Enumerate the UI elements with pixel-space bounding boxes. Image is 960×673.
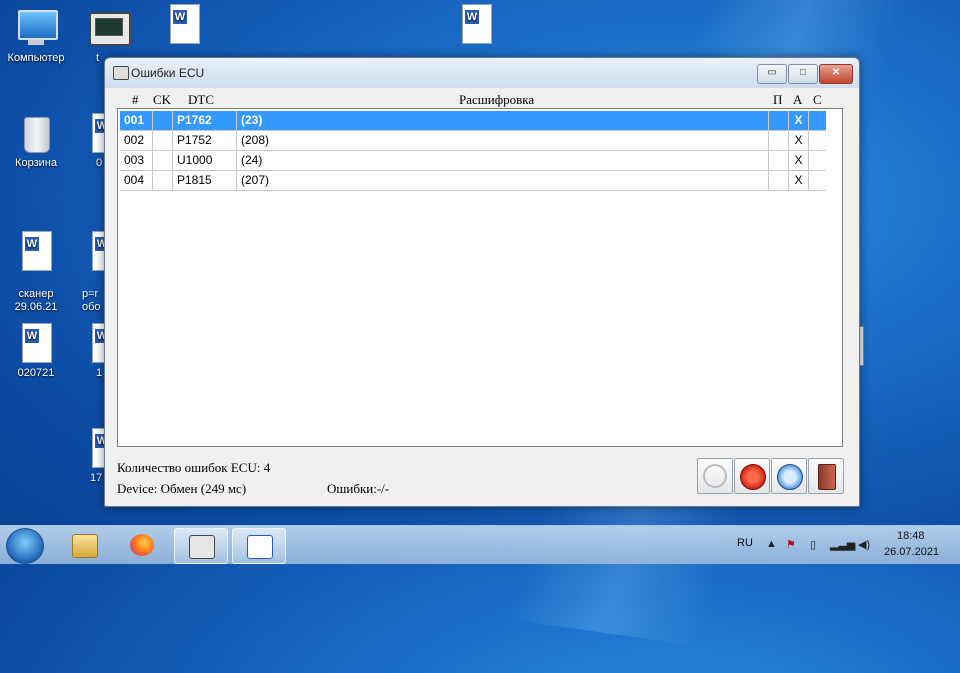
desktop-icon-scope-app[interactable]: t xyxy=(68,8,148,64)
row-ck xyxy=(152,151,172,170)
row-description: (24) xyxy=(236,151,768,170)
word-document-icon xyxy=(456,4,496,44)
row-c xyxy=(808,131,826,150)
row-number: 003 xyxy=(124,153,145,167)
row-ck xyxy=(152,171,172,190)
row-a: X xyxy=(788,151,808,170)
desktop-icon-scanner-doc[interactable]: сканер 29.06.21 xyxy=(0,218,76,327)
word-document-icon xyxy=(16,231,56,271)
column-header-number[interactable]: # xyxy=(132,92,139,108)
oscilloscope-app-icon xyxy=(189,535,215,559)
title-bar[interactable]: Ошибки ECU ▭ □ ✕ xyxy=(105,58,859,88)
taskbar-word[interactable] xyxy=(232,528,286,564)
row-p xyxy=(768,131,788,150)
row-dtc: P1815 xyxy=(172,171,236,190)
row-description: (23) xyxy=(236,111,768,130)
timer-icon xyxy=(703,464,727,488)
column-header-a[interactable]: А xyxy=(793,92,802,108)
ecu-errors-window: Ошибки ECU ▭ □ ✕ # CK DTC Расшифровка П … xyxy=(104,57,860,507)
row-dtc: P1752 xyxy=(172,131,236,150)
word-icon xyxy=(247,535,273,559)
word-document-icon xyxy=(16,323,56,363)
row-dtc: U1000 xyxy=(172,151,236,170)
column-headers: # CK DTC Расшифровка П А С xyxy=(117,91,847,109)
device-status-label: Device: Обмен (249 мс) xyxy=(117,481,247,496)
row-number: 002 xyxy=(124,133,145,147)
firefox-icon xyxy=(130,534,154,556)
row-dtc: P1762 xyxy=(172,111,236,130)
timer-button[interactable] xyxy=(697,458,733,494)
row-c xyxy=(808,171,826,190)
minimize-button[interactable]: ▭ xyxy=(757,64,787,84)
computer-icon xyxy=(16,8,58,48)
error-row[interactable]: 001 P1762 (23) X xyxy=(120,111,826,131)
close-button[interactable]: ✕ xyxy=(819,64,853,84)
start-button[interactable] xyxy=(6,528,44,564)
language-indicator[interactable]: RU xyxy=(737,537,753,549)
row-number: 004 xyxy=(124,173,145,187)
save-report-button[interactable] xyxy=(771,458,807,494)
row-ck xyxy=(152,111,172,130)
row-p xyxy=(768,111,788,130)
desktop-icon-doc-top[interactable] xyxy=(144,4,224,48)
column-header-dtc[interactable]: DTC xyxy=(188,92,214,108)
desktop-icon-label: сканер 29.06.21 xyxy=(14,288,58,313)
row-c xyxy=(808,111,826,130)
desktop-icon-label: Компьютер xyxy=(7,52,65,64)
row-a: X xyxy=(788,171,808,190)
desktop-icon-doc-top[interactable] xyxy=(436,4,516,48)
signal-icon[interactable]: ▂▃▅ xyxy=(830,538,855,551)
desktop-icon-recycle-bin[interactable]: Корзина xyxy=(0,113,76,169)
row-ck xyxy=(152,131,172,150)
taskbar-firefox[interactable] xyxy=(116,528,168,562)
clock-date[interactable]: 26.07.2021 xyxy=(884,546,939,558)
show-hidden-icons[interactable]: ▲ xyxy=(766,538,777,550)
taskbar-ecu-app[interactable] xyxy=(174,528,228,564)
column-header-description[interactable]: Расшифровка xyxy=(459,92,534,108)
error-row[interactable]: 004 P1815 (207) X xyxy=(120,171,826,191)
column-header-c[interactable]: С xyxy=(813,92,822,108)
row-a: X xyxy=(788,131,808,150)
row-description: (208) xyxy=(236,131,768,150)
taskbar-explorer[interactable] xyxy=(58,528,110,562)
desktop-icon-label: Корзина xyxy=(15,157,57,169)
oscilloscope-app-icon xyxy=(88,8,131,48)
row-c xyxy=(808,151,826,170)
clock-time[interactable]: 18:48 xyxy=(897,530,925,542)
word-document-icon xyxy=(164,4,204,44)
battery-icon[interactable]: ▯ xyxy=(810,538,816,551)
recycle-bin-icon xyxy=(16,113,56,153)
row-p xyxy=(768,171,788,190)
desktop-icon-020721-doc[interactable]: 020721 xyxy=(0,323,76,379)
errors-status-label: Ошибки:-/- xyxy=(327,481,390,496)
clear-errors-icon xyxy=(740,464,766,490)
row-p xyxy=(768,151,788,170)
network-error-icon[interactable]: ⚑ xyxy=(786,538,796,551)
exit-door-icon xyxy=(818,464,836,490)
row-description: (207) xyxy=(236,171,768,190)
window-title: Ошибки ECU xyxy=(131,66,205,80)
exit-button[interactable] xyxy=(808,458,844,494)
column-header-ck[interactable]: CK xyxy=(153,92,171,108)
folder-icon xyxy=(72,534,98,558)
desktop-icon-label: 020721 xyxy=(17,367,55,379)
row-number: 001 xyxy=(124,113,145,127)
taskbar: RU ▲ ⚑ ▯ ▂▃▅ ◀) 18:48 26.07.2021 xyxy=(0,525,960,564)
maximize-button[interactable]: □ xyxy=(788,64,818,84)
error-row[interactable]: 003 U1000 (24) X xyxy=(120,151,826,171)
row-a: X xyxy=(788,111,808,130)
desktop-icon-computer[interactable]: Компьютер xyxy=(0,8,76,64)
error-list[interactable]: 001 P1762 (23) X 002 P1752 (208) X 003 U… xyxy=(117,108,843,447)
volume-icon[interactable]: ◀) xyxy=(858,538,870,551)
error-row[interactable]: 002 P1752 (208) X xyxy=(120,131,826,151)
app-icon xyxy=(113,66,129,80)
save-report-icon xyxy=(777,464,803,490)
clear-errors-button[interactable] xyxy=(734,458,770,494)
error-count-label: Количество ошибок ECU: 4 xyxy=(117,460,271,475)
column-header-p[interactable]: П xyxy=(773,92,782,108)
